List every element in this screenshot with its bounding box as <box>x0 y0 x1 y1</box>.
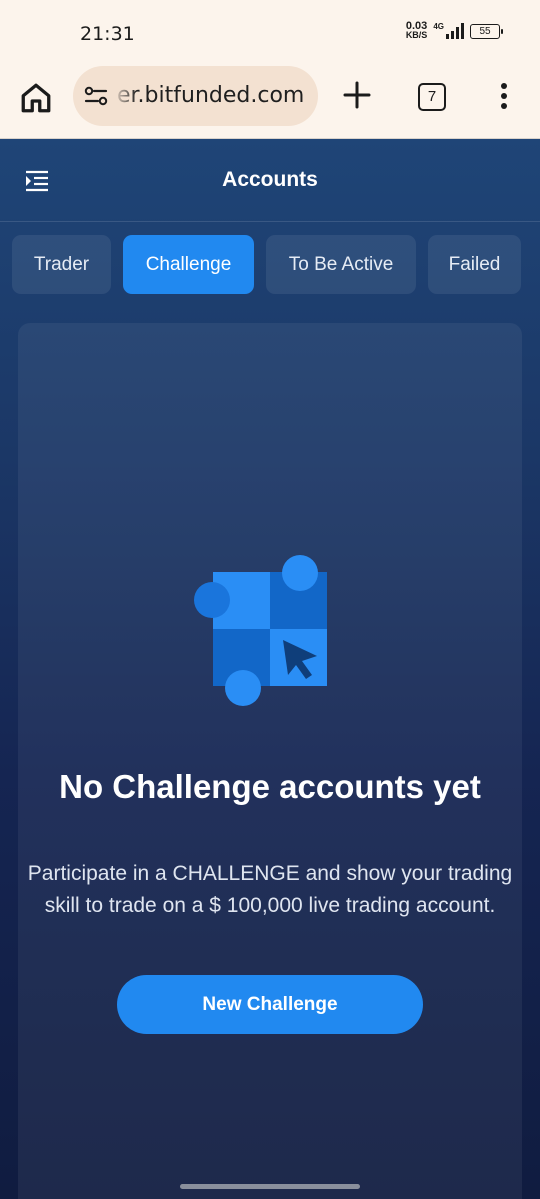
accounts-page: Accounts Trader Challenge To Be Active F… <box>0 139 540 1199</box>
signal-icon <box>446 23 464 39</box>
new-challenge-button[interactable]: New Challenge <box>117 975 423 1034</box>
empty-state-title: No Challenge accounts yet <box>59 768 481 805</box>
puzzle-cursor-icon <box>194 555 327 706</box>
tab-failed[interactable]: Failed <box>428 235 521 294</box>
gesture-bar[interactable] <box>180 1184 360 1189</box>
page-title: Accounts <box>222 168 318 191</box>
site-settings-icon[interactable] <box>83 83 109 109</box>
app-header: Accounts <box>0 139 540 222</box>
empty-state-description: Participate in a CHALLENGE and show your… <box>27 862 513 917</box>
url-fade <box>113 66 137 126</box>
tab-trader[interactable]: Trader <box>12 235 111 294</box>
address-bar[interactable]: er.bitfunded.com <box>73 66 318 126</box>
empty-state-card: No Challenge accounts yet Participate in… <box>18 323 522 1199</box>
tab-challenge[interactable]: Challenge <box>123 235 254 294</box>
kebab-menu-icon[interactable] <box>494 80 514 112</box>
network-speed-unit: KB/S <box>405 30 428 40</box>
browser-toolbar: er.bitfunded.com 7 <box>0 60 540 139</box>
network-type: 4G <box>433 22 444 31</box>
home-icon[interactable] <box>18 80 54 116</box>
status-time: 21:31 <box>80 23 135 45</box>
status-icons: 0.03 KB/S 4G 55 <box>405 21 503 40</box>
status-bar: 21:31 0.03 KB/S 4G 55 <box>0 0 540 60</box>
network-speed: 0.03 KB/S <box>405 21 428 40</box>
battery-icon: 55 <box>470 23 503 39</box>
url-text[interactable]: er.bitfunded.com <box>117 83 304 108</box>
tab-to-be-active[interactable]: To Be Active <box>266 235 416 294</box>
tab-switcher-icon[interactable]: 7 <box>418 83 446 111</box>
plus-icon[interactable] <box>340 78 374 112</box>
